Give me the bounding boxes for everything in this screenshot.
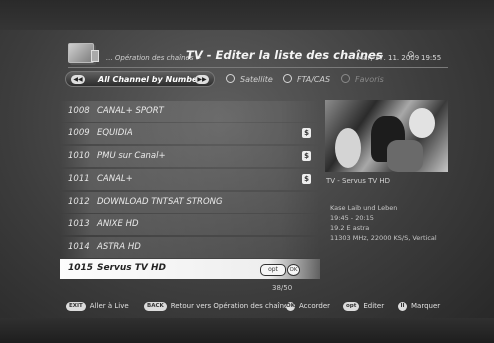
preview-shape	[335, 128, 361, 168]
transponder-info: 11303 MHz, 22000 KS/S, Vertical	[330, 234, 437, 242]
marker-key-icon: II	[398, 302, 407, 311]
legend-label: Accorder	[299, 302, 331, 310]
tv-menu-icon	[68, 43, 99, 63]
radio-circle-icon	[226, 74, 235, 83]
channel-number: 1008	[68, 106, 90, 116]
channel-number: 1014	[68, 242, 90, 252]
opt-button[interactable]: opt	[260, 264, 286, 276]
tv-screen: ... Opération des chaînes > TV - Editer …	[0, 0, 494, 343]
sort-label: All Channel by Number	[98, 75, 202, 84]
channel-name: Servus TV HD	[97, 263, 167, 273]
radio-fta-cas[interactable]: FTA/CAS	[283, 74, 330, 84]
channel-number: 1010	[68, 151, 90, 161]
legend-label: Aller à Live	[89, 302, 129, 310]
bottom-frame-band	[0, 318, 494, 343]
exit-key-icon: EXIT	[66, 302, 86, 311]
legend-label: Retour vers Opération des chaînes	[170, 302, 292, 310]
ok-button[interactable]: OK	[287, 264, 300, 276]
channel-row[interactable]: 1011 CANAL+ $	[60, 169, 320, 190]
channel-number: 1011	[68, 174, 90, 184]
ok-key-icon: OK	[286, 302, 295, 311]
next-arrow-icon[interactable]: ▶▶	[195, 75, 209, 84]
legend-opt: opt Editer	[343, 302, 384, 311]
preview-shape	[409, 108, 435, 138]
channel-sort-selector[interactable]: ◀◀ All Channel by Number ▶▶	[65, 71, 215, 87]
legend-label: Marquer	[411, 302, 441, 310]
radio-label: Favoris	[355, 75, 384, 84]
legend-back: BACK Retour vers Opération des chaînes	[144, 302, 292, 311]
opt-key-icon: opt	[343, 302, 360, 311]
channel-number: 1015	[68, 263, 94, 273]
header-time: 19:55	[421, 54, 442, 62]
channel-row[interactable]: 1010 PMU sur Canal+ $	[60, 146, 320, 167]
page-counter: 38/50	[272, 284, 293, 292]
radio-circle-icon	[283, 74, 292, 83]
channel-row[interactable]: 1014 ASTRA HD	[60, 237, 320, 258]
scrambled-icon: $	[302, 128, 311, 138]
legend-marker: II Marquer	[398, 302, 440, 311]
channel-name: ANIXE HD	[97, 219, 139, 229]
legend-exit: EXIT Aller à Live	[66, 302, 129, 311]
channel-row[interactable]: 1009 EQUIDIA $	[60, 123, 320, 144]
back-key-icon: BACK	[144, 302, 167, 311]
channel-name: PMU sur Canal+	[97, 151, 166, 161]
channel-number: 1013	[68, 219, 90, 229]
channel-row[interactable]: 1013 ANIXE HD	[60, 214, 320, 235]
preview-caption: TV - Servus TV HD	[326, 177, 391, 185]
radio-label: FTA/CAS	[297, 75, 331, 84]
channel-name: CANAL+	[97, 174, 133, 184]
satellite-info: 19.2 E astra	[330, 224, 370, 232]
legend-label: Editer	[363, 302, 385, 310]
scrambled-icon: $	[302, 174, 311, 184]
channel-number: 1009	[68, 128, 90, 138]
previous-arrow-icon[interactable]: ◀◀	[71, 75, 85, 84]
channel-number: 1012	[68, 197, 90, 207]
clock-icon: ⊙	[407, 50, 415, 60]
header-divider	[68, 67, 448, 68]
top-frame-band	[0, 0, 494, 30]
channel-name: ASTRA HD	[97, 242, 141, 252]
radio-satellite[interactable]: Satellite	[226, 74, 273, 84]
page-title: TV - Editer la liste des chaînes	[186, 48, 383, 62]
program-time: 19:45 - 20:15	[330, 214, 374, 222]
channel-name: EQUIDIA	[97, 128, 133, 138]
channel-name: CANAL+ SPORT	[97, 106, 164, 116]
channel-preview	[325, 100, 448, 172]
scrambled-icon: $	[302, 151, 311, 161]
channel-name: DOWNLOAD TNTSAT STRONG	[97, 197, 223, 207]
program-title: Kase Laib und Leben	[330, 204, 398, 212]
channel-row[interactable]: 1008 CANAL+ SPORT	[60, 101, 320, 122]
channel-row[interactable]: 1012 DOWNLOAD TNTSAT STRONG	[60, 192, 320, 213]
legend-ok: OK Accorder	[286, 302, 330, 311]
radio-label: Satellite	[240, 75, 273, 84]
radio-circle-icon	[341, 74, 350, 83]
preview-shape	[387, 140, 423, 172]
radio-favoris[interactable]: Favoris	[341, 74, 384, 84]
